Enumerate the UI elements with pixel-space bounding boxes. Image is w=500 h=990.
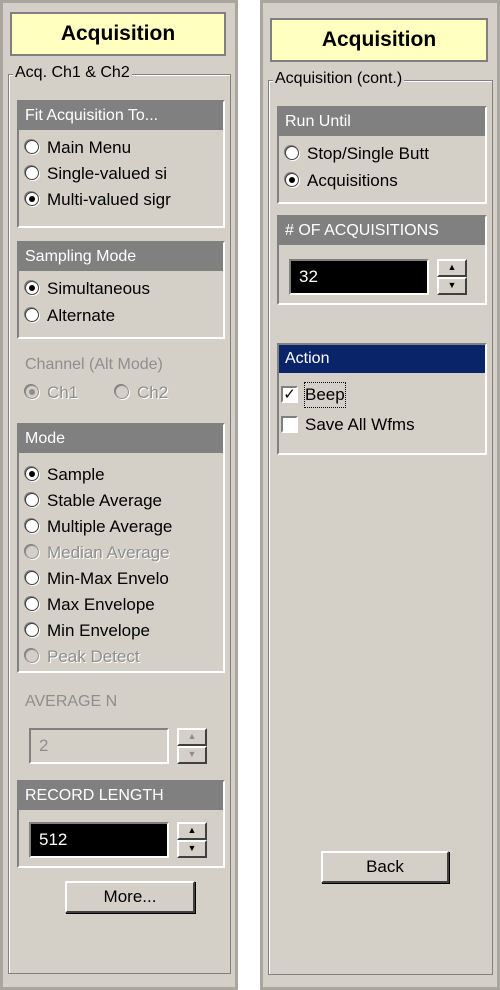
num-acquisitions-spinner: ▲ ▼ <box>437 259 467 295</box>
average-n-header: AVERAGE N <box>19 688 223 716</box>
action-header: Action <box>279 345 485 373</box>
radio-circle-icon <box>285 146 299 160</box>
radio-circle-icon <box>25 545 39 559</box>
mode-section: Mode Sample Stable Average Multiple Aver… <box>17 423 225 673</box>
radio-selected-icon <box>25 467 39 481</box>
spin-down-icon[interactable]: ▼ <box>177 840 207 858</box>
run-until-header: Run Until <box>279 108 485 136</box>
radio-circle-icon <box>25 308 39 322</box>
fit-acquisition-header: Fit Acquisition To... <box>19 102 223 130</box>
radio-selected-icon <box>25 192 39 206</box>
spin-down-icon[interactable]: ▼ <box>177 746 207 764</box>
sampling-mode-header: Sampling Mode <box>19 243 223 271</box>
group-label: Acquisition (cont.) <box>273 70 405 88</box>
group-label: Acq. Ch1 & Ch2 <box>13 64 132 82</box>
radio-circle-icon <box>25 623 39 637</box>
channel-alt-mode-section: Channel (Alt Mode) Ch1 Ch2 <box>17 349 225 415</box>
fit-acquisition-section: Fit Acquisition To... Main Menu Single-v… <box>17 100 225 228</box>
radio-circle-icon <box>25 493 39 507</box>
checkmark-icon: ✓ <box>281 386 298 403</box>
record-length-section: RECORD LENGTH 512 ▲ ▼ <box>17 780 225 868</box>
radio-circle-icon <box>25 166 39 180</box>
acquisition-panel-right: Acquisition Acquisition (cont.) Run Unti… <box>260 0 500 990</box>
radio-selected-icon <box>25 385 39 399</box>
radio-circle-icon <box>25 519 39 533</box>
spin-up-icon[interactable]: ▲ <box>177 822 207 840</box>
num-acquisitions-section: # OF ACQUISITIONS 32 ▲ ▼ <box>277 215 487 305</box>
record-length-spinner: ▲ ▼ <box>177 822 207 858</box>
radio-selected-icon <box>25 281 39 295</box>
radio-selected-icon <box>285 173 299 187</box>
radio-circle-icon <box>25 649 39 663</box>
checkbox-empty-icon <box>281 416 298 433</box>
record-length-field[interactable]: 512 <box>29 822 169 858</box>
sampling-mode-section: Sampling Mode Simultaneous Alternate <box>17 241 225 339</box>
record-length-header: RECORD LENGTH <box>19 782 223 810</box>
panel-title: Acquisition <box>10 12 226 56</box>
channel-alt-mode-header: Channel (Alt Mode) <box>19 351 223 379</box>
more-button[interactable]: More... <box>65 881 195 913</box>
average-n-field[interactable]: 2 <box>29 728 169 764</box>
acquisition-panel-left: Acquisition Acq. Ch1 & Ch2 Fit Acquisiti… <box>0 0 238 990</box>
spin-up-icon[interactable]: ▲ <box>437 259 467 277</box>
run-until-section: Run Until Stop/Single Butt Acquisitions <box>277 106 487 204</box>
spin-down-icon[interactable]: ▼ <box>437 277 467 295</box>
num-acquisitions-field[interactable]: 32 <box>289 259 429 295</box>
average-n-spinner: ▲ ▼ <box>177 728 207 764</box>
spin-up-icon[interactable]: ▲ <box>177 728 207 746</box>
radio-circle-icon <box>115 385 129 399</box>
radio-circle-icon <box>25 140 39 154</box>
action-section: Action ✓ Beep Save All Wfms <box>277 343 487 455</box>
average-n-section: AVERAGE N 2 ▲ ▼ <box>17 686 225 772</box>
panel-title: Acquisition <box>270 18 488 62</box>
radio-circle-icon <box>25 597 39 611</box>
radio-circle-icon <box>25 571 39 585</box>
mode-header: Mode <box>19 425 223 453</box>
num-acquisitions-header: # OF ACQUISITIONS <box>279 217 485 245</box>
back-button[interactable]: Back <box>321 851 449 883</box>
